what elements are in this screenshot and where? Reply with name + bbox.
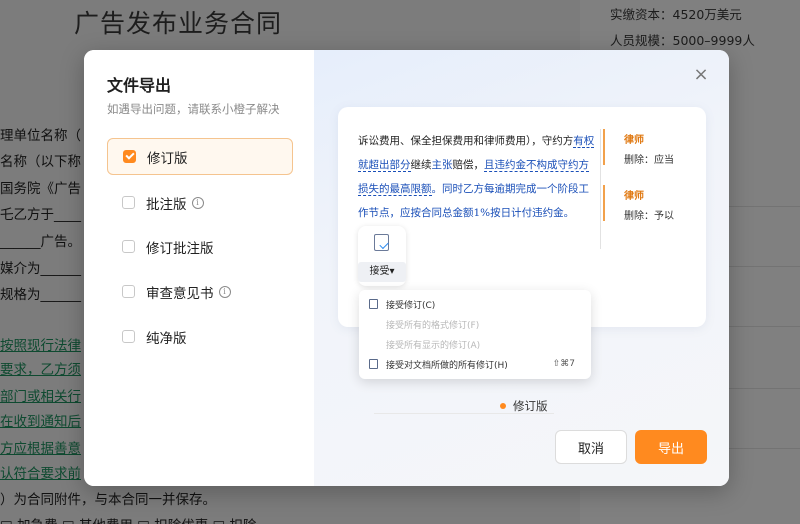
menu-item-label: 接受所有的格式修订(F) bbox=[386, 320, 480, 331]
info-icon[interactable]: i bbox=[191, 196, 204, 209]
preview-text-run: 诉讼费用、保全担保费用和律师费用），守约方 bbox=[358, 135, 574, 147]
document-line: 部门或相关行 bbox=[0, 389, 81, 405]
menu-item-label: 接受对文档所做的所有修订(H) bbox=[386, 360, 508, 371]
accept-label: 接受▾ bbox=[358, 262, 406, 282]
accept-menu: 接受修订(C) 接受所有的格式修订(F) 接受所有显示的修订(A) 接受对文档所做的所… bbox=[359, 290, 591, 379]
document-line: 理单位名称（ bbox=[0, 128, 81, 144]
accept-all-icon bbox=[369, 359, 378, 369]
preview-text-run: 继续 bbox=[410, 159, 432, 171]
option-checkbox[interactable] bbox=[122, 285, 135, 298]
accept-menu-item: 接受所有显示的修订(A) bbox=[359, 334, 591, 354]
accept-doc-icon bbox=[374, 234, 389, 251]
option-label: 审查意见书 bbox=[146, 285, 214, 302]
note-title-1: 律师 bbox=[624, 135, 644, 146]
note-body-1: 删除：应当 bbox=[624, 155, 674, 166]
preview-legend: 修订版 bbox=[500, 398, 548, 414]
document-line: □ 加急费 □ 其他费用 □ 扣除优惠 □ 扣除 bbox=[0, 514, 257, 524]
accept-menu-item[interactable]: 接受对文档所做的所有修订(H) ⇧⌘7 bbox=[359, 354, 591, 374]
option-label: 修订版 bbox=[147, 150, 188, 167]
menu-item-label: 接受所有显示的修订(A) bbox=[386, 340, 481, 351]
option-checkbox[interactable] bbox=[122, 196, 135, 209]
document-line: 方应根据善意 bbox=[0, 441, 81, 457]
info-text: 实缴资本：4520万美元 bbox=[610, 7, 742, 22]
document-line: 乇乙方于____ bbox=[0, 207, 81, 223]
export-dialog: 文件导出 如遇导出问题，请联系小橙子解决 修订版 批注版 i 修订批注版 审查意见书 i 纯… bbox=[84, 50, 729, 486]
export-option[interactable]: 纯净版 bbox=[107, 318, 293, 355]
preview-text: 诉讼费用、保全担保费用和律师费用），守约方有权就超出部分继续主张赔偿，且违约金不… bbox=[358, 129, 598, 225]
legend-dot bbox=[500, 403, 506, 409]
option-label: 纯净版 bbox=[146, 330, 187, 347]
export-button[interactable]: 导出 bbox=[635, 430, 707, 464]
document-line: 要求，乙方须 bbox=[0, 362, 81, 378]
cancel-button[interactable]: 取消 bbox=[555, 430, 627, 464]
accept-menu-item: 接受所有的格式修订(F) bbox=[359, 314, 591, 334]
export-option[interactable]: 修订批注版 bbox=[107, 228, 293, 265]
option-label: 批注版 bbox=[146, 196, 187, 213]
document-line: ）为合同附件，与本合同一并保存。 bbox=[0, 492, 216, 508]
revision-text-run: 主张 bbox=[431, 159, 453, 171]
export-option[interactable]: 修订版 bbox=[107, 138, 293, 175]
accept-doc-icon bbox=[369, 299, 378, 309]
export-option[interactable]: 批注版 i bbox=[107, 184, 293, 221]
close-icon[interactable]: × bbox=[693, 66, 709, 84]
note-rail bbox=[600, 129, 601, 249]
info-icon[interactable]: i bbox=[218, 285, 231, 298]
note-body-2: 删除：予以 bbox=[624, 211, 674, 222]
option-checkbox[interactable] bbox=[123, 150, 136, 163]
document-line: 认符合要求前 bbox=[0, 466, 81, 482]
document-line: 规格为______ bbox=[0, 287, 81, 303]
note-title-2: 律师 bbox=[624, 191, 644, 202]
document-title: 广告发布业务合同 bbox=[74, 9, 283, 38]
document-line: 在收到通知后 bbox=[0, 414, 81, 430]
menu-shortcut: ⇧⌘7 bbox=[552, 359, 575, 369]
document-line: 按照现行法律 bbox=[0, 338, 81, 354]
preview-panel: × 诉讼费用、保全担保费用和律师费用），守约方有权就超出部分继续主张赔偿，且违约… bbox=[314, 50, 729, 486]
dialog-title: 文件导出 bbox=[107, 76, 172, 95]
dialog-subtitle: 如遇导出问题，请联系小橙子解决 bbox=[107, 102, 280, 116]
document-line: 媒介为______ bbox=[0, 261, 81, 277]
option-label: 修订批注版 bbox=[146, 240, 214, 257]
preview-text-run: 赔偿， bbox=[452, 159, 485, 171]
document-line: 名称（以下称 bbox=[0, 154, 81, 170]
note-marker-1 bbox=[603, 129, 605, 165]
accept-menu-item[interactable]: 接受修订(C) bbox=[359, 294, 591, 314]
company-info-line: 实缴资本：4520万美元 bbox=[610, 4, 742, 23]
export-option[interactable]: 审查意见书 i bbox=[107, 273, 293, 310]
company-info-line: 人员规模：5000–9999人 bbox=[610, 30, 755, 49]
info-text: 人员规模：5000–9999人 bbox=[610, 33, 755, 48]
export-options-panel: 文件导出 如遇导出问题，请联系小橙子解决 修订版批注版 i 修订批注版审查意见书 i 纯… bbox=[84, 50, 314, 486]
note-marker-2 bbox=[603, 185, 605, 221]
menu-item-label: 接受修订(C) bbox=[386, 300, 436, 311]
accept-button[interactable]: 接受▾ bbox=[358, 226, 406, 286]
document-line: 国务院《广告 bbox=[0, 181, 81, 197]
option-checkbox[interactable] bbox=[122, 240, 135, 253]
document-line: ______广告。 bbox=[0, 234, 81, 250]
legend-label: 修订版 bbox=[513, 399, 548, 413]
option-checkbox[interactable] bbox=[122, 330, 135, 343]
